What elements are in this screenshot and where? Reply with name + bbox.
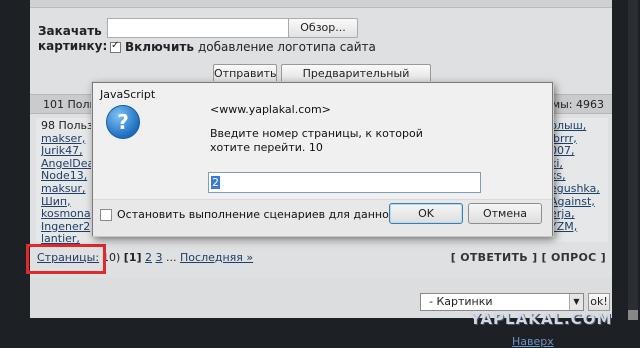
- user-link[interactable]: egushka,: [550, 183, 610, 196]
- nav-up-link[interactable]: Наверх: [512, 335, 554, 348]
- current-page: [1]: [123, 251, 142, 264]
- preview-button[interactable]: Предварительный просмотр: [281, 64, 431, 98]
- upload-label: Закачать картинку:: [38, 24, 107, 54]
- logo-checkbox-bold-label: Включить: [125, 40, 194, 54]
- user-link[interactable]: erja,: [550, 208, 610, 221]
- category-select[interactable]: - Картинки ▼: [420, 293, 584, 311]
- user-link[interactable]: kosmona: [41, 208, 96, 221]
- user-link[interactable]: 007,: [550, 145, 610, 158]
- logo-checkbox-label: добавление логотипа сайта: [197, 40, 376, 54]
- reply-poll-actions[interactable]: [ ОТВЕТИТЬ ] [ ОПРОС ]: [451, 250, 606, 266]
- upload-label-line1: Закачать: [38, 24, 102, 38]
- user-link[interactable]: Jurik47,: [41, 145, 96, 158]
- logo-checkbox-row[interactable]: Включить добавление логотипа сайта: [110, 40, 376, 54]
- scrollbar-thumb[interactable]: [628, 310, 638, 320]
- last-page-link[interactable]: Последняя »: [180, 251, 253, 264]
- users-list-right: рлыш, ibrrr, 007, ki, ks, egushka, Again…: [550, 120, 610, 233]
- users-list-left: 98 Польз makser, Jurik47, AngelDea Node1…: [41, 120, 96, 246]
- ok-button[interactable]: OK: [389, 203, 463, 224]
- cancel-button[interactable]: Отмена: [468, 203, 542, 224]
- user-link[interactable]: maksur,: [41, 183, 96, 196]
- page-link-2[interactable]: 2: [145, 251, 152, 264]
- upload-label-line2: картинку:: [38, 39, 108, 53]
- logo-checkbox[interactable]: [110, 40, 121, 53]
- stop-scripts-checkbox[interactable]: [100, 208, 112, 221]
- file-path-input[interactable]: [107, 18, 289, 38]
- dialog-message: Введите номер страницы, к которой хотите…: [210, 127, 423, 154]
- dialog-site: <www.yaplakal.com>: [210, 103, 331, 116]
- browse-button[interactable]: Обзор...: [288, 18, 358, 38]
- page-number-input-value: 2: [211, 176, 220, 189]
- page-number-input[interactable]: 2: [208, 172, 481, 193]
- users-total: мы: 4963: [551, 98, 604, 111]
- js-prompt-dialog: JavaScript ? <www.yaplakal.com> Введите …: [92, 82, 553, 236]
- top-strip: [30, 0, 612, 8]
- page-numbers: 10) [1] 2 3 ... Последняя »: [102, 250, 253, 266]
- pages-ellipsis: ...: [166, 251, 177, 264]
- page-link-3[interactable]: 3: [156, 251, 163, 264]
- question-icon: ?: [106, 105, 140, 139]
- chevron-down-icon[interactable]: ▼: [569, 294, 583, 310]
- send-button[interactable]: Отправить: [213, 64, 277, 84]
- dialog-title: JavaScript: [100, 88, 156, 101]
- highlight-box: [26, 244, 106, 274]
- user-link[interactable]: рлыш,: [550, 120, 610, 133]
- site-watermark: YAPLAKAL.COM: [470, 310, 613, 328]
- category-select-value: - Картинки: [429, 295, 493, 308]
- list-item: 98 Польз: [41, 120, 93, 132]
- category-ok-button[interactable]: ok!: [588, 293, 610, 311]
- pagination-row: Страницы: 10) [1] 2 3 ... Последняя » [ …: [30, 250, 612, 266]
- user-link[interactable]: YZM,: [550, 220, 610, 234]
- page-scrollbar[interactable]: [628, 0, 638, 318]
